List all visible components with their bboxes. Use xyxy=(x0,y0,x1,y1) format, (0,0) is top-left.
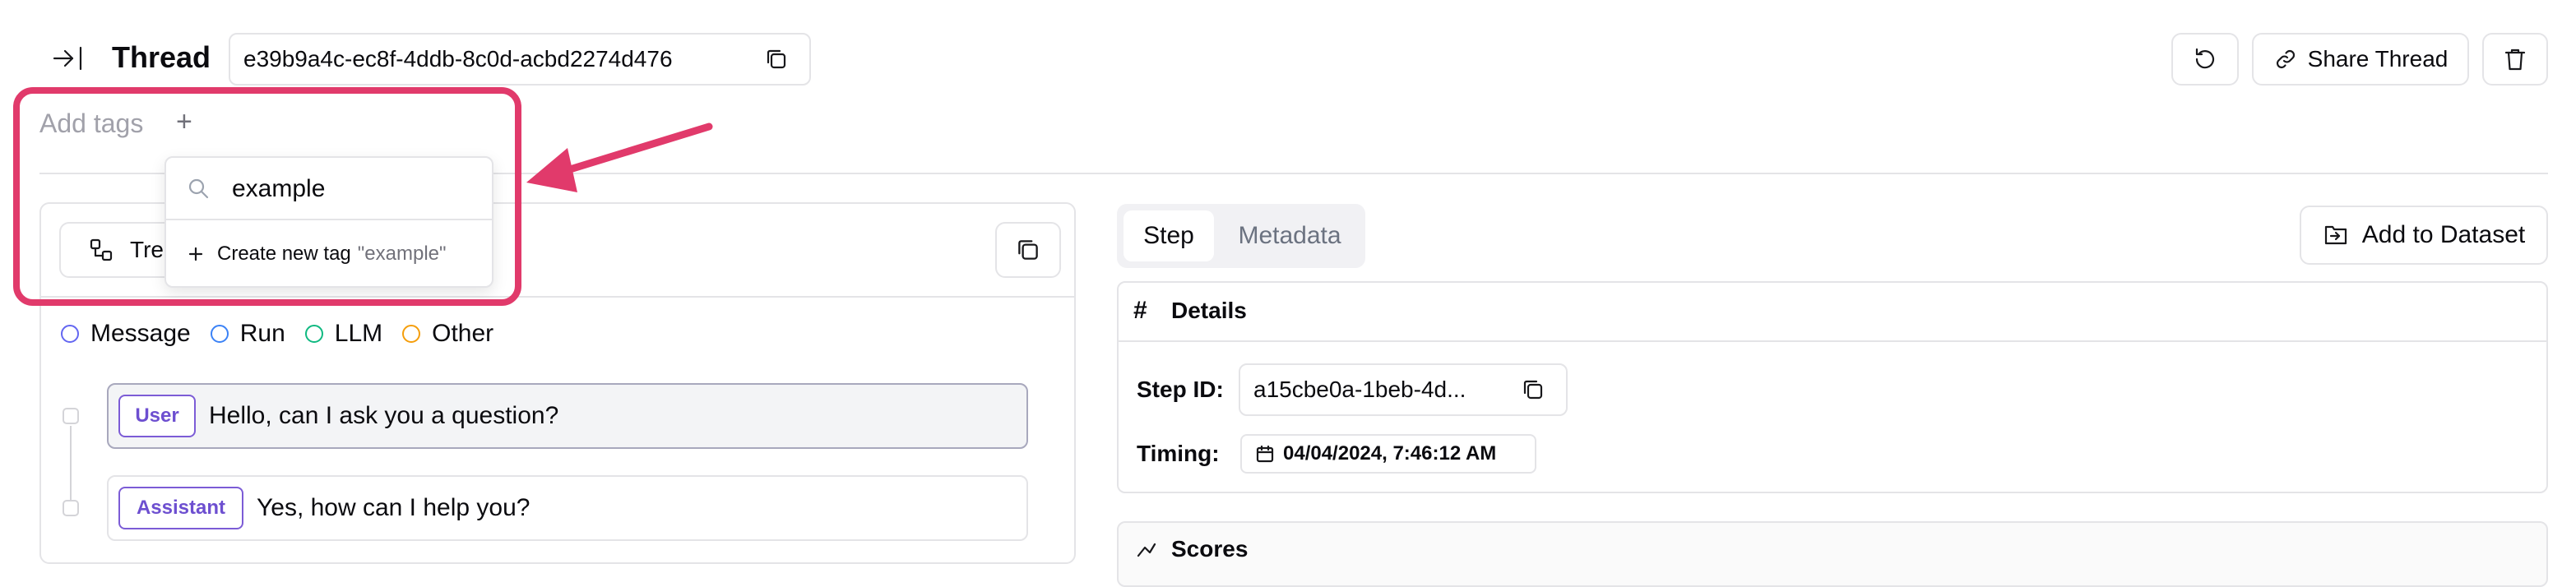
copy-step-id-icon[interactable] xyxy=(1520,377,1546,403)
copy-icon xyxy=(1018,240,1038,260)
message-row-assistant[interactable]: Assistant Yes, how can I help you? xyxy=(107,475,1028,541)
timing-label: Timing: xyxy=(1137,441,1220,466)
details-title: Details xyxy=(1171,298,1247,323)
timing-badge: 04/04/2024, 7:46:12 AM xyxy=(1240,434,1536,474)
refresh-icon xyxy=(2195,48,2215,69)
legend-message-label: Message xyxy=(90,320,191,347)
thread-id-box: e39b9a4c-ec8f-4ddb-8c0d-acbd2274d476 xyxy=(229,33,811,86)
hash-icon: # xyxy=(1133,297,1147,324)
add-to-dataset-button[interactable]: Add to Dataset xyxy=(2300,206,2548,265)
tab-step[interactable]: Step xyxy=(1124,210,1214,261)
tree-node-2[interactable] xyxy=(63,500,79,516)
calendar-icon xyxy=(1256,445,1274,463)
share-thread-button[interactable]: Share Thread xyxy=(2252,33,2469,86)
legend-message-dot xyxy=(61,325,79,343)
page-title: Thread xyxy=(112,40,211,74)
tree-connector xyxy=(70,426,72,500)
legend-llm-dot xyxy=(304,325,323,343)
annotation-highlight-box xyxy=(13,87,521,306)
step-id-box: a15cbe0a-1beb-4d... xyxy=(1239,363,1568,416)
step-id-label: Step ID: xyxy=(1137,377,1224,402)
copy-thread-id-icon[interactable] xyxy=(763,46,790,72)
message-text-user: Hello, can I ask you a question? xyxy=(209,402,559,429)
add-to-dataset-label: Add to Dataset xyxy=(2361,221,2526,248)
details-header-divider xyxy=(1119,340,2546,342)
delete-button[interactable] xyxy=(2482,33,2548,86)
legend: Message Run LLM Other xyxy=(61,317,493,350)
refresh-button[interactable] xyxy=(2171,33,2239,86)
copy-tree-button[interactable] xyxy=(995,222,1061,278)
scores-title: Scores xyxy=(1171,536,1249,562)
share-thread-label: Share Thread xyxy=(2307,46,2449,72)
legend-run-dot xyxy=(210,325,229,343)
collapse-sidebar-icon[interactable] xyxy=(51,43,86,74)
legend-other-dot xyxy=(402,325,421,343)
link-icon xyxy=(2276,49,2295,69)
legend-llm-label: LLM xyxy=(334,320,383,347)
scores-icon xyxy=(1135,538,1158,561)
step-id-value: a15cbe0a-1beb-4d... xyxy=(1253,377,1466,402)
role-badge-assistant: Assistant xyxy=(118,487,243,529)
thread-id-text: e39b9a4c-ec8f-4ddb-8c0d-acbd2274d476 xyxy=(243,46,673,72)
annotation-arrow xyxy=(526,122,713,192)
message-text-assistant: Yes, how can I help you? xyxy=(257,494,530,521)
legend-other-label: Other xyxy=(432,320,494,347)
import-icon xyxy=(2324,225,2347,245)
tab-metadata[interactable]: Metadata xyxy=(1221,210,1359,261)
tree-node-1[interactable] xyxy=(63,408,79,424)
legend-run-label: Run xyxy=(239,320,285,347)
trash-icon xyxy=(2504,49,2526,71)
timing-value: 04/04/2024, 7:46:12 AM xyxy=(1283,442,1497,465)
tab-step-label: Step xyxy=(1143,222,1194,249)
role-badge-user: User xyxy=(118,395,196,437)
tab-metadata-label: Metadata xyxy=(1238,222,1341,249)
scores-card xyxy=(1117,521,2548,587)
message-row-user[interactable]: User Hello, can I ask you a question? xyxy=(107,383,1028,449)
